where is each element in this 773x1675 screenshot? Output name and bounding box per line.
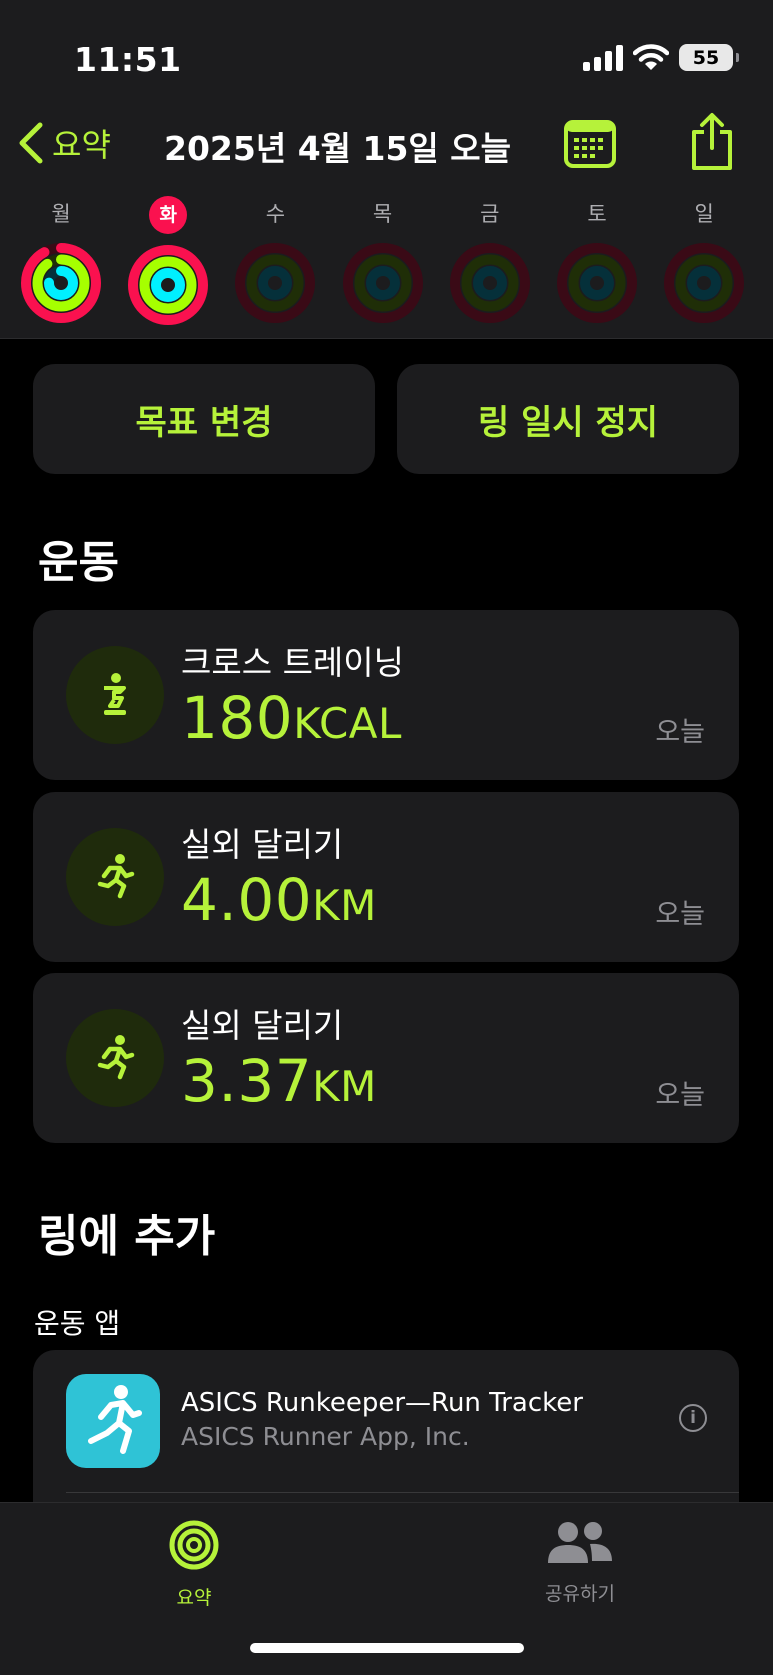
cellular-signal-icon [583,44,623,71]
status-time: 11:51 [74,40,182,79]
activity-rings-icon [235,243,316,323]
activity-rings-icon [342,243,423,323]
day-0[interactable]: 월 [18,196,104,326]
workout-name: 실외 달리기 [181,825,344,864]
stand-ring-progress [151,268,186,302]
stand-ring-track [687,266,722,300]
add-to-rings-heading: 링에 추가 [38,1211,216,1262]
stand-ring-track [365,266,400,300]
stand-ring-track [472,266,507,300]
stand-ring-track [580,266,614,300]
share-icon [692,113,732,170]
tab-summary[interactable]: 요약 [94,1519,294,1610]
runkeeper-app-icon [66,1374,160,1468]
workout-value: 4.00KM [181,866,377,934]
back-button[interactable]: 요약 [16,120,111,166]
day-label: 금 [480,202,500,226]
workout-name: 크로스 트레이닝 [181,643,405,682]
workout-apps-label: 운동 앱 [34,1307,121,1340]
tab-sharing[interactable]: 공유하기 [480,1519,680,1606]
day-2[interactable]: 수 [232,196,318,326]
day-label: 화 [149,196,188,234]
header-divider [0,338,773,339]
day-label: 월 [51,202,71,226]
wifi-icon [633,44,669,70]
tab-summary-label: 요약 [176,1587,212,1609]
back-label: 요약 [52,126,111,164]
running-icon [66,828,164,926]
activity-rings-icon [664,243,745,323]
info-icon[interactable]: i [679,1404,707,1432]
activity-rings-icon [449,243,530,323]
day-3[interactable]: 목 [340,196,426,326]
row-divider [66,1492,739,1493]
day-4[interactable]: 금 [447,196,533,326]
day-label: 목 [372,202,393,226]
people-icon [548,1522,612,1563]
workout-card[interactable]: 크로스 트레이닝 180KCAL 오늘 [33,610,739,780]
app-developer: ASICS Runner App, Inc. [181,1422,470,1451]
change-goal-button[interactable]: 목표 변경 [33,364,375,474]
workout-name: 실외 달리기 [181,1006,344,1045]
page-title: 2025년 4월 15일 오늘 [164,129,511,168]
calendar-icon [564,120,616,168]
day-6[interactable]: 일 [661,196,747,326]
workout-date: 오늘 [655,717,705,748]
workout-date: 오늘 [655,899,705,930]
day-label: 토 [587,202,607,226]
activity-rings-icon [557,243,637,323]
workout-value: 180KCAL [181,684,402,752]
workout-card[interactable]: 실외 달리기 3.37KM 오늘 [33,973,739,1143]
share-button[interactable] [688,112,736,176]
app-name: ASICS Runkeeper—Run Tracker [181,1388,583,1418]
week-selector: 월화수목금토일 [18,196,758,336]
activity-rings-icon [169,1520,219,1570]
activity-rings-icon [21,243,101,323]
activity-rings-icon [128,245,209,325]
chevron-left-icon [19,122,43,164]
calendar-button[interactable] [564,120,616,172]
pause-rings-button[interactable]: 링 일시 정지 [397,364,739,474]
home-indicator [250,1643,524,1653]
app-list: ASICS Runkeeper—Run Tracker ASICS Runner… [33,1350,739,1510]
day-label: 일 [694,202,714,226]
day-label: 수 [265,202,286,226]
workout-value: 3.37KM [181,1047,377,1115]
workout-card[interactable]: 실외 달리기 4.00KM 오늘 [33,792,739,962]
running-icon [66,1009,164,1107]
day-1[interactable]: 화 [125,196,211,328]
stand-ring-track [258,266,293,300]
workout-date: 오늘 [655,1080,705,1111]
status-icons: 55 [583,44,739,71]
workouts-heading: 운동 [38,537,119,588]
cross-training-icon [66,646,164,744]
day-5[interactable]: 토 [554,196,640,326]
tab-sharing-label: 공유하기 [545,1583,615,1605]
nav-bar: 요약 2025년 4월 15일 오늘 [0,112,773,182]
battery-indicator: 55 [679,44,739,71]
